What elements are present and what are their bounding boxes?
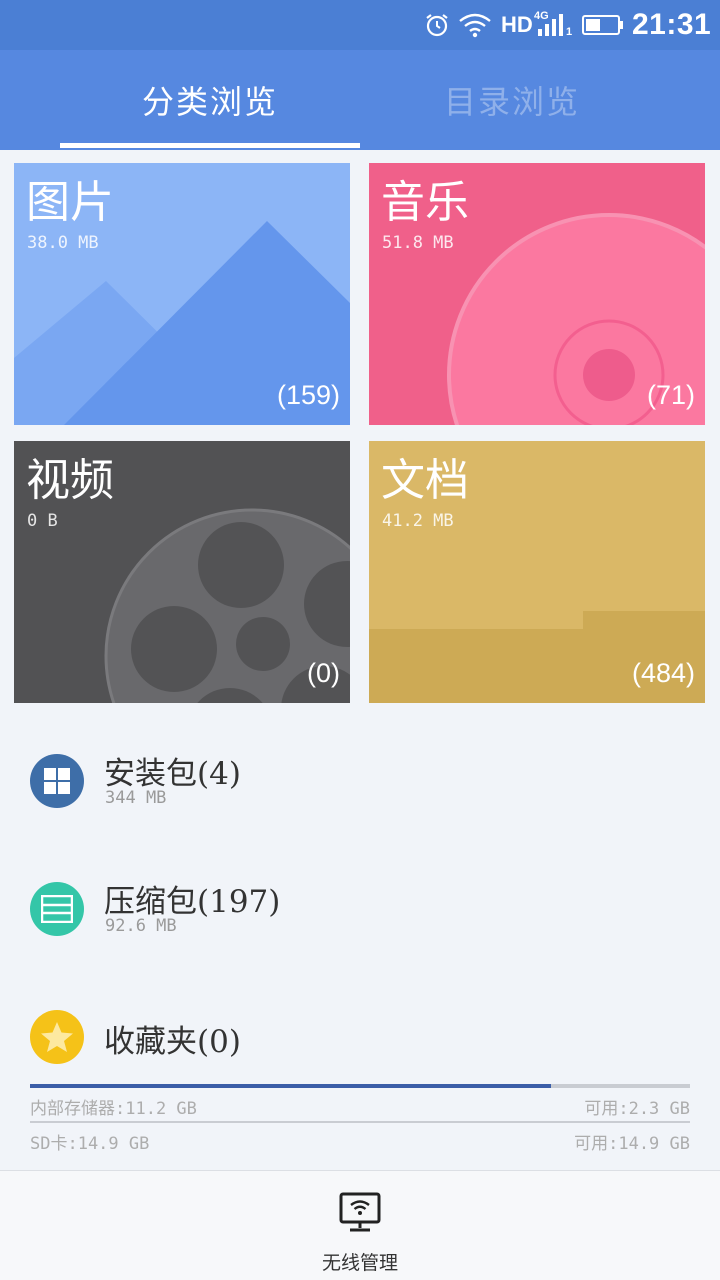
list-item-subtitle: 344 MB [105,788,167,808]
wireless-monitor-icon[interactable] [338,1191,382,1239]
tile-count: (159) [276,380,340,410]
list-item-subtitle: 92.6 MB [105,916,177,936]
category-tile-video[interactable]: 视频 0 B (0) [14,441,350,703]
apps-grid-icon [30,754,84,808]
signal-icon: 4G 1 [532,0,578,50]
status-bar: HD 4G 1 21:31 [0,0,720,50]
tile-size: 0 B [27,511,58,531]
tab-category-browse[interactable]: 分类浏览 [60,50,360,150]
sd-storage-label: SD卡:14.9 GB [30,1134,150,1154]
category-tile-pictures[interactable]: 图片 38.0 MB (159) [14,163,350,425]
clock: 21:31 [632,8,712,41]
list-item-favorites[interactable]: 收藏夹(0) [0,984,720,1084]
internal-storage-label: 内部存储器:11.2 GB [30,1099,197,1119]
tile-count: (71) [646,380,695,410]
battery-icon [582,0,624,50]
tab-indicator [60,143,360,148]
list-item-title: 安装包(4) [104,756,241,792]
category-tile-music[interactable]: 音乐 51.8 MB (71) [369,163,705,425]
internal-storage-used-fill [30,1084,552,1088]
tile-title: 视频 [26,455,114,506]
network-type-label: HD [501,12,533,37]
wifi-icon [458,0,492,50]
internal-storage-bar [30,1084,690,1088]
list-item-archives[interactable]: 压缩包(197) 92.6 MB [0,856,720,956]
category-tile-documents[interactable]: 文档 41.2 MB (484) [369,441,705,703]
internal-storage-free: 可用:2.3 GB [584,1099,690,1119]
archive-icon [30,882,84,936]
sd-storage-bar [30,1121,690,1123]
tile-count: (484) [631,658,695,688]
star-icon [30,1010,84,1064]
tile-size: 41.2 MB [382,511,454,531]
alarm-icon [424,0,450,50]
tab-directory-browse[interactable]: 目录浏览 [362,50,662,150]
list-item-title: 收藏夹(0) [104,1024,241,1060]
tile-size: 51.8 MB [382,233,454,253]
wireless-management-label[interactable]: 无线管理 [0,1248,720,1275]
sim-slot-label: 1 [566,26,573,38]
tile-count: (0) [307,658,340,688]
tile-title: 文档 [381,455,469,506]
list-item-install-packages[interactable]: 安装包(4) 344 MB [0,730,720,830]
list-item-title: 压缩包(197) [104,884,281,920]
sd-storage-free: 可用:14.9 GB [574,1134,690,1154]
tile-size: 38.0 MB [27,233,99,253]
tile-title: 图片 [26,177,114,228]
bottom-bar: 无线管理 [0,1170,720,1280]
tab-bar: 分类浏览 目录浏览 [0,50,720,150]
tile-title: 音乐 [381,177,469,228]
